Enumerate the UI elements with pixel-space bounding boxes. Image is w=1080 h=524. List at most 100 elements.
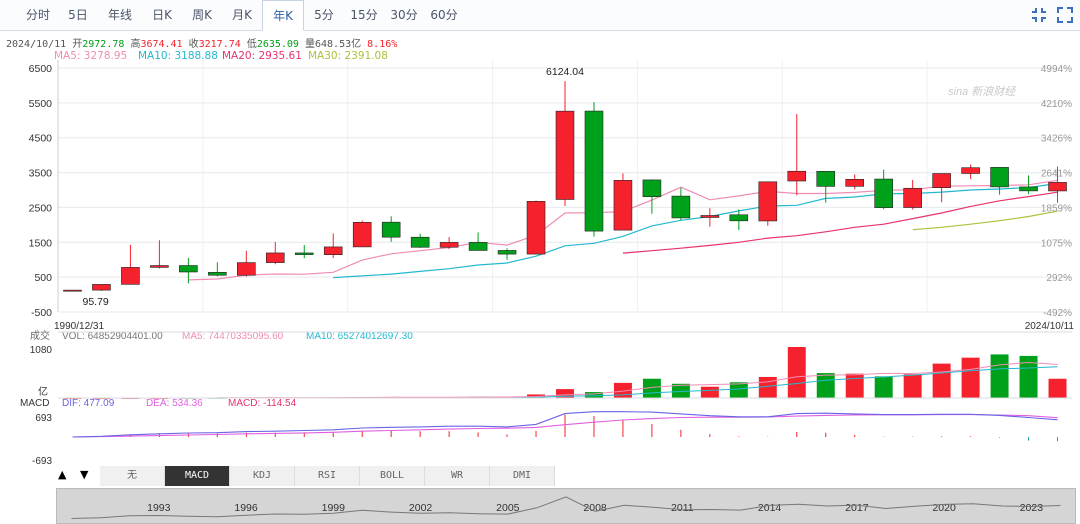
kline-chart: 6500 5500 4500 3500 2500 1500 500 -500 4994% 421… <box>20 60 1075 466</box>
price-tick-label: 3500 <box>29 168 53 180</box>
indicator-none-button[interactable]: 无 <box>100 466 165 486</box>
candle-body <box>642 179 662 197</box>
candle-body <box>613 180 633 231</box>
indicator-macd-button[interactable]: MACD <box>165 466 230 486</box>
price-tick-label: 2500 <box>29 202 53 214</box>
candle-body <box>179 265 198 273</box>
price-annotation: 6124.04 <box>546 66 584 78</box>
volume-ma5-value: MA5: 74470335095.60 <box>182 331 284 342</box>
volume-unit-label: 亿 <box>38 385 48 398</box>
price-annotation: 95.79 <box>82 296 108 308</box>
candle-body <box>410 236 430 248</box>
volume-bar <box>700 386 719 398</box>
candle-body <box>208 272 227 276</box>
ma10-line <box>333 182 1058 279</box>
price-tick-label: 4500 <box>29 133 53 145</box>
candle-body <box>787 170 807 182</box>
navigator-year-label: 2014 <box>758 502 782 514</box>
percent-tick-label: 292% <box>1046 273 1072 284</box>
candle-body <box>990 167 1009 188</box>
volume-bar <box>816 373 835 398</box>
percent-tick-label: 2641% <box>1041 169 1072 180</box>
navigator-year-label: 2002 <box>409 502 433 514</box>
candle-body <box>237 262 256 276</box>
price-tick-label: 1500 <box>29 237 53 249</box>
scroll-up-arrow[interactable]: ▲ <box>58 468 66 481</box>
navigator-year-label: 1993 <box>147 502 171 514</box>
volume-bar <box>1048 378 1067 398</box>
candle-body <box>729 214 749 222</box>
indicator-boll-button[interactable]: BOLL <box>360 466 425 486</box>
watermark: sina 新浪财经 <box>948 85 1016 98</box>
candle-body <box>700 215 720 218</box>
percent-tick-label: -492% <box>1043 308 1072 319</box>
candle-body <box>92 284 111 291</box>
navigator-year-label: 2011 <box>671 502 694 514</box>
candle-body <box>150 265 169 268</box>
price-tick-label: 6500 <box>29 63 53 75</box>
candle-body <box>816 171 836 187</box>
macd-macd-value: MACD: -114.54 <box>228 398 297 409</box>
candle-body <box>671 195 691 219</box>
candle-body <box>352 222 372 248</box>
indicator-rsi-button[interactable]: RSI <box>295 466 360 486</box>
macd-top-label: 693 <box>35 413 52 424</box>
price-tick-label: 5500 <box>29 98 53 110</box>
candle-body <box>845 178 864 187</box>
candle-body <box>266 252 285 263</box>
percent-tick-label: 4210% <box>1041 99 1072 110</box>
scroll-down-arrow[interactable]: ▼ <box>80 468 88 481</box>
macd-bottom-label: -693 <box>32 456 52 466</box>
candle-body <box>1048 182 1067 192</box>
volume-max-label: 1080 <box>30 345 53 356</box>
candle-body <box>294 252 314 255</box>
percent-tick-label: 4994% <box>1041 64 1072 75</box>
volume-vol-value: VOL: 64852904401.00 <box>62 331 163 342</box>
candle-body <box>758 181 778 222</box>
indicator-kdj-button[interactable]: KDJ <box>230 466 295 486</box>
navigator-year-label: 2017 <box>845 502 869 514</box>
volume-bar <box>990 354 1009 398</box>
volume-bar <box>903 374 922 398</box>
macd-pane-label: MACD <box>20 398 49 409</box>
price-tick-label: 500 <box>34 272 52 284</box>
navigator-year-label: 1996 <box>234 502 258 514</box>
candle-body <box>555 110 575 200</box>
candle-body <box>1019 186 1038 192</box>
navigator-mini-line <box>71 496 1061 519</box>
volume-pane-label: 成交 <box>30 329 50 342</box>
price-tick-label: -500 <box>31 307 52 319</box>
x-end-label: 2024/10/11 <box>1025 321 1075 332</box>
candle-body <box>903 187 922 208</box>
candle-body <box>468 242 488 251</box>
volume-bar <box>874 376 893 398</box>
volume-bar <box>961 357 980 398</box>
candle-body <box>323 246 343 255</box>
candle-body <box>121 267 140 285</box>
indicator-wr-button[interactable]: WR <box>425 466 490 486</box>
navigator-year-label: 2008 <box>583 502 607 514</box>
percent-tick-label: 1075% <box>1041 238 1072 249</box>
macd-dea-value: DEA: 534.36 <box>146 398 203 409</box>
candle-body <box>381 221 401 238</box>
macd-dif-value: DIF: 477.09 <box>62 398 115 409</box>
candle-body <box>932 173 951 188</box>
volume-bar <box>932 363 951 398</box>
candle-body <box>584 110 604 232</box>
candle-body <box>961 167 980 174</box>
candle-body <box>497 250 517 255</box>
volume-bar <box>845 373 864 398</box>
candle-body <box>526 201 546 255</box>
volume-ma10-value: MA10: 65274012697.30 <box>306 331 413 342</box>
volume-ma5-line <box>217 361 1058 399</box>
volume-bar <box>758 376 777 398</box>
candle-body <box>63 289 82 292</box>
navigator-year-label: 2023 <box>1020 502 1044 514</box>
volume-bar <box>729 382 748 398</box>
indicator-dmi-button[interactable]: DMI <box>490 466 555 486</box>
volume-bar <box>787 347 806 398</box>
candle-body <box>874 178 893 208</box>
percent-tick-label: 3426% <box>1041 134 1072 145</box>
time-range-navigator[interactable]: 1993 1996 1999 2002 2005 2008 2011 2014 2017 2020… <box>56 488 1076 524</box>
candle-body <box>439 242 459 248</box>
